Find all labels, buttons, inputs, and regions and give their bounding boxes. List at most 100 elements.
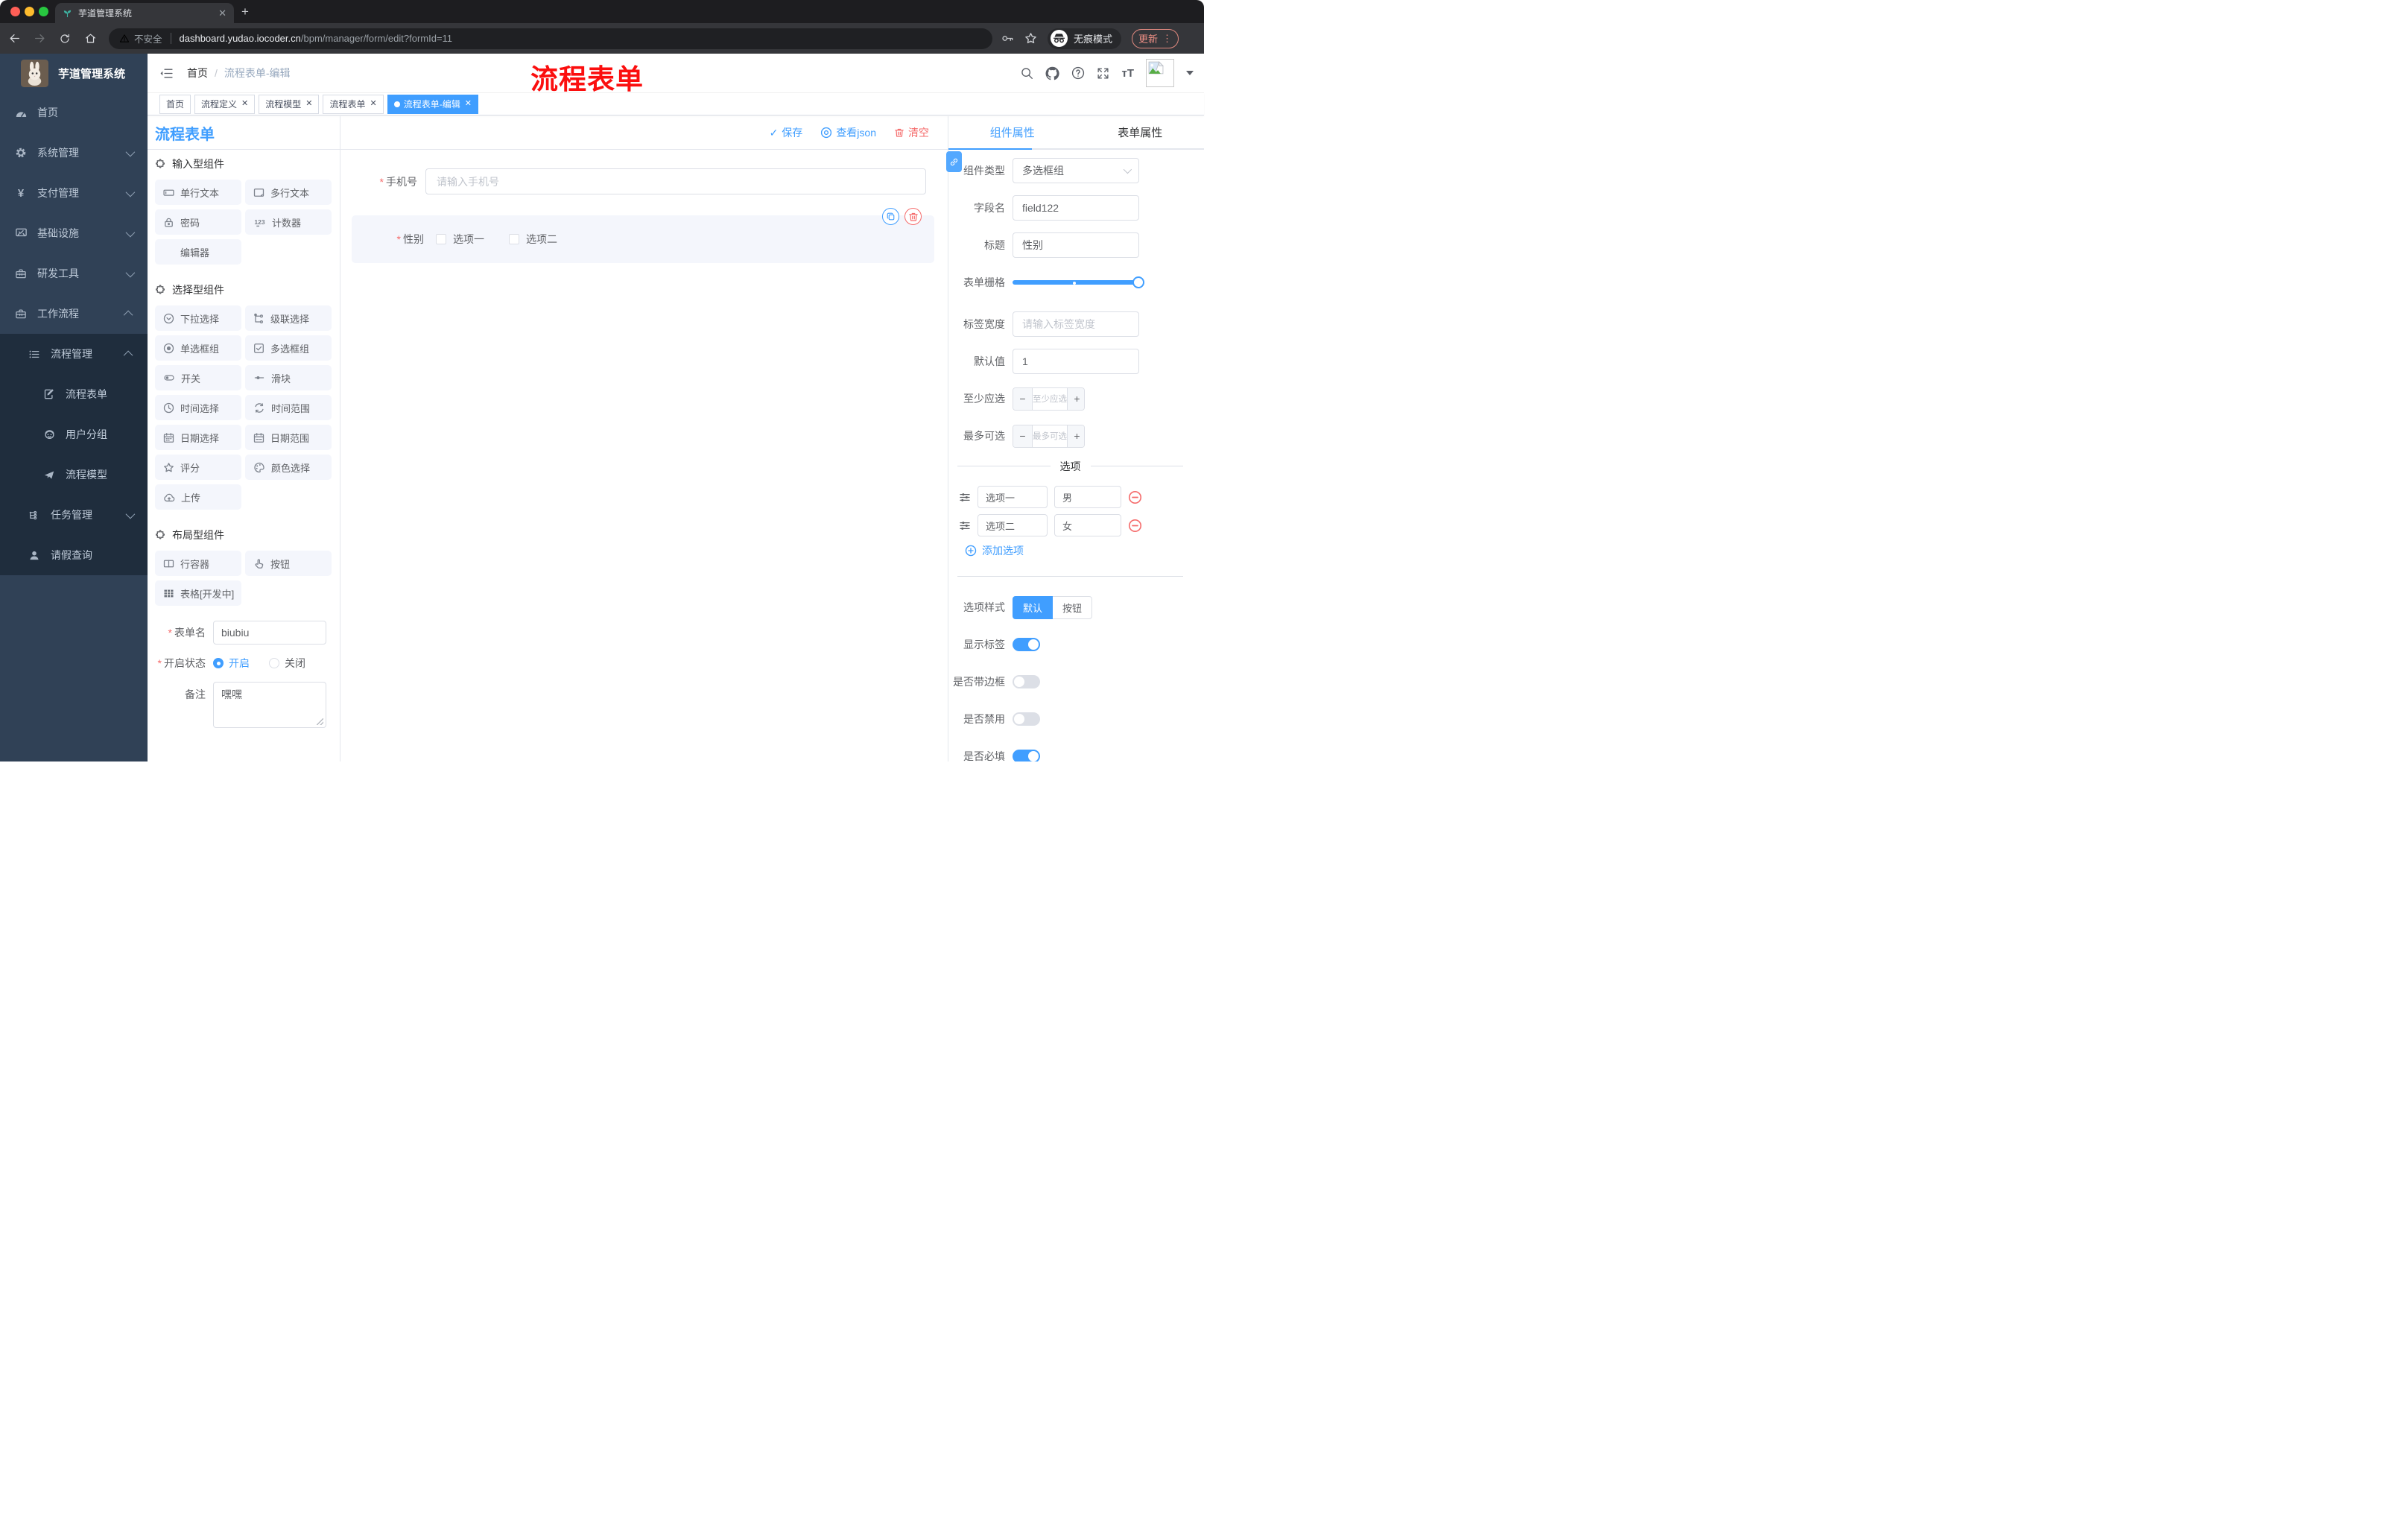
default-value-input[interactable]: 1	[1013, 349, 1139, 374]
comp-radio-group[interactable]: 单选框组	[155, 335, 241, 361]
security-label[interactable]: 不安全	[134, 31, 162, 45]
comp-date-picker[interactable]: 日期选择	[155, 425, 241, 450]
radio-status-on[interactable]: 开启	[213, 656, 250, 671]
phone-input[interactable]: 请输入手机号	[425, 168, 926, 194]
window-maximize-button[interactable]	[39, 7, 48, 16]
comp-upload[interactable]: 上传	[155, 484, 241, 510]
option-value-input[interactable]: 男	[1054, 486, 1121, 508]
sidebar-item-process-form[interactable]: 流程表单	[0, 374, 148, 414]
increase-button[interactable]: +	[1067, 387, 1084, 410]
new-tab-button[interactable]: +	[241, 4, 249, 19]
tag-close-icon[interactable]: ✕	[305, 100, 312, 108]
title-input[interactable]: 性别	[1013, 232, 1139, 258]
sidebar-item-workflow[interactable]: 工作流程	[0, 294, 148, 334]
tag-close-icon[interactable]: ✕	[465, 100, 472, 108]
checkbox-option-1[interactable]: 选项一	[436, 232, 484, 247]
tag-close-icon[interactable]: ✕	[241, 100, 248, 108]
comp-cascader[interactable]: 级联选择	[245, 305, 332, 331]
comp-switch[interactable]: 开关	[155, 365, 241, 390]
sidebar-item-payment[interactable]: ¥ 支付管理	[0, 173, 148, 213]
sidebar-item-process-management[interactable]: 流程管理	[0, 334, 148, 374]
forward-icon[interactable]	[28, 28, 51, 50]
bookmark-star-icon[interactable]	[1024, 32, 1037, 45]
add-option-button[interactable]: 添加选项	[965, 543, 1024, 558]
comp-select[interactable]: 下拉选择	[155, 305, 241, 331]
show-label-toggle[interactable]	[1013, 638, 1040, 651]
comp-color-picker[interactable]: 颜色选择	[245, 455, 332, 480]
duplicate-field-button[interactable]	[882, 208, 899, 225]
back-icon[interactable]	[3, 28, 25, 50]
with-border-toggle[interactable]	[1013, 675, 1040, 688]
tag-close-icon[interactable]: ✕	[370, 100, 377, 108]
decrease-button[interactable]: −	[1013, 425, 1033, 447]
component-type-select[interactable]: 多选框组	[1013, 158, 1139, 183]
sidebar-item-task-management[interactable]: 任务管理	[0, 495, 148, 535]
tag-process-model[interactable]: 流程模型 ✕	[259, 94, 320, 114]
style-default-button[interactable]: 默认	[1013, 595, 1054, 619]
comp-time-range[interactable]: 时间范围	[245, 395, 332, 420]
slider-track[interactable]	[1013, 280, 1139, 285]
window-minimize-button[interactable]	[25, 7, 34, 16]
stepper-placeholder[interactable]: 最多可选	[1033, 425, 1067, 447]
comp-date-range[interactable]: 日期范围	[245, 425, 332, 450]
option-value-input[interactable]: 女	[1054, 514, 1121, 536]
sidebar-item-system[interactable]: 系统管理	[0, 133, 148, 173]
view-json-button[interactable]: 查看json	[820, 125, 876, 140]
sidebar-item-home[interactable]: 首页	[0, 92, 148, 133]
disabled-toggle[interactable]	[1013, 712, 1040, 726]
search-icon[interactable]	[1021, 67, 1033, 80]
sidebar-item-infrastructure[interactable]: 基础设施	[0, 213, 148, 253]
sidebar-item-devtools[interactable]: 研发工具	[0, 253, 148, 294]
field-name-input[interactable]: field122	[1013, 195, 1139, 221]
comp-editor[interactable]: 编辑器	[155, 239, 241, 265]
comp-single-line-text[interactable]: 单行文本	[155, 180, 241, 205]
help-icon[interactable]	[1071, 66, 1085, 80]
tag-home[interactable]: 首页	[159, 94, 191, 114]
save-button[interactable]: ✓ 保存	[770, 125, 803, 140]
comp-slider[interactable]: 滑块	[245, 365, 332, 390]
option-label-input[interactable]: 选项一	[978, 486, 1048, 508]
comp-button[interactable]: 按钮	[245, 551, 332, 576]
checkbox-option-2[interactable]: 选项二	[509, 232, 557, 247]
slider-handle[interactable]	[1132, 276, 1144, 288]
decrease-button[interactable]: −	[1013, 387, 1033, 410]
comp-checkbox-group[interactable]: 多选框组	[245, 335, 332, 361]
delete-field-button[interactable]	[904, 208, 922, 225]
comp-rate[interactable]: 评分	[155, 455, 241, 480]
drag-handle-icon[interactable]	[959, 492, 971, 503]
comp-time-picker[interactable]: 时间选择	[155, 395, 241, 420]
comp-table[interactable]: 表格[开发中]	[155, 580, 241, 606]
form-name-input[interactable]: biubiu	[213, 621, 326, 645]
url-bar[interactable]: 不安全 dashboard.yudao.iocoder.cn/bpm/manag…	[109, 28, 992, 49]
key-icon[interactable]	[1001, 32, 1014, 45]
tab-form-props[interactable]: 表单属性	[1077, 116, 1205, 148]
font-size-icon[interactable]: тT	[1121, 67, 1134, 80]
hamburger-icon[interactable]	[159, 67, 174, 80]
radio-status-off[interactable]: 关闭	[269, 656, 305, 671]
tab-close-icon[interactable]: ✕	[218, 7, 226, 19]
field-phone[interactable]: * 手机号 请输入手机号	[340, 168, 926, 194]
reload-icon[interactable]	[54, 28, 76, 50]
label-width-input[interactable]: 请输入标签宽度	[1013, 311, 1139, 337]
comp-row-container[interactable]: 行容器	[155, 551, 241, 576]
option-label-input[interactable]: 选项二	[978, 514, 1048, 536]
required-toggle[interactable]	[1013, 750, 1040, 762]
avatar[interactable]	[1146, 59, 1174, 87]
increase-button[interactable]: +	[1067, 425, 1084, 447]
drag-handle-icon[interactable]	[959, 520, 971, 531]
remove-option-button[interactable]	[1128, 519, 1142, 533]
browser-tab[interactable]: 芋道管理系统 ✕	[55, 3, 234, 23]
github-icon[interactable]	[1045, 66, 1060, 80]
grid-slider[interactable]	[1013, 270, 1144, 295]
sidebar-item-process-model[interactable]: 流程模型	[0, 455, 148, 495]
sidebar-item-user-group[interactable]: 用户分组	[0, 414, 148, 455]
remark-textarea[interactable]: 嘿嘿	[213, 682, 326, 728]
clear-button[interactable]: 清空	[894, 125, 929, 140]
style-button-button[interactable]: 按钮	[1053, 595, 1093, 619]
comp-password[interactable]: 密码	[155, 209, 241, 235]
browser-update-button[interactable]: 更新 ⋮	[1132, 28, 1179, 48]
field-gender-selected[interactable]: * 性别 选项一 选项二	[352, 215, 934, 263]
window-close-button[interactable]	[10, 7, 20, 16]
stepper-placeholder[interactable]: 至少应选	[1033, 388, 1067, 410]
tag-process-definition[interactable]: 流程定义 ✕	[194, 94, 256, 114]
